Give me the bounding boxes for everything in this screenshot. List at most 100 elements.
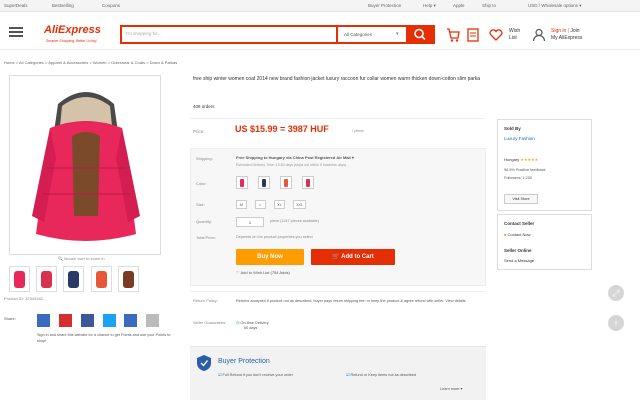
twitter-share-icon[interactable]	[103, 314, 116, 327]
top-bar: SuperDeals Bestselling Coupons Buyer Pro…	[0, 0, 640, 12]
guarantee-label: On-time Delivery	[240, 321, 269, 325]
wishlist-label: Add to Wish List (754 Adds)	[240, 270, 290, 275]
color-option-2[interactable]	[258, 176, 270, 189]
thumbnail-4[interactable]	[91, 266, 112, 292]
seller-location: Hungary	[504, 157, 520, 162]
add-to-wishlist-link[interactable]: ♡ Add to Wish List (754 Adds)	[236, 270, 290, 275]
facebook-share-icon[interactable]	[81, 314, 94, 327]
delivery-time: Estimated Delivery Time: 15-60 days (shi…	[236, 163, 347, 167]
user-icon[interactable]	[532, 28, 546, 42]
expand-icon[interactable]: ⤢	[608, 285, 624, 301]
help-menu[interactable]: Help ▾	[423, 3, 436, 9]
size-option-xl[interactable]: XL	[274, 200, 285, 209]
breadcrumb[interactable]: Home > All Categories > Apparel & Access…	[4, 60, 640, 68]
cart-icon[interactable]	[446, 27, 460, 43]
guarantee-days: 60 days	[244, 326, 258, 330]
logo-tagline: Smarter Shopping, Better Living!	[46, 39, 97, 43]
quantity-label: Quantity:	[196, 219, 213, 224]
thumbnail-swatch	[14, 271, 25, 288]
store-name-link[interactable]: Luxury Fashion	[504, 136, 535, 141]
email-share-icon[interactable]	[146, 314, 159, 327]
shield-icon	[197, 355, 211, 371]
category-value: All Categories	[344, 32, 373, 37]
quantity-stepper[interactable]: 1	[236, 217, 264, 227]
learn-more-link[interactable]: Learn more ▾	[440, 386, 462, 391]
shipping-label: Shipping:	[196, 156, 213, 161]
category-select[interactable]: All Categories ▾	[338, 25, 406, 44]
refund-keep-label: Refund or Keep items not as described	[350, 373, 417, 377]
my-aliexpress-link[interactable]: My AliExpress	[551, 35, 582, 42]
seller-online: Seller Online	[504, 248, 532, 253]
check-icon: ☑	[218, 373, 222, 377]
logo[interactable]: AliExpress	[44, 24, 101, 36]
pinterest-share-icon[interactable]	[59, 314, 72, 327]
full-refund: ☑ Full Refund if you don't receive your …	[218, 372, 293, 377]
color-option-1[interactable]	[236, 176, 248, 189]
contact-title: Contact Seller	[504, 221, 535, 226]
buyer-protection-link[interactable]: Buyer Protection	[368, 3, 401, 8]
zoom-hint: 🔍 Mouse over to zoom in	[58, 256, 105, 261]
contact-panel: Contact Seller ■ Contact Now Seller Onli…	[497, 214, 592, 270]
jacket-image	[10, 76, 160, 254]
product-id: Product ID: 32343182...	[4, 296, 47, 301]
price-label: Price:	[193, 129, 205, 134]
options-panel	[190, 148, 486, 286]
refund-or-keep: ☑ Refund or Keep items not as described	[346, 372, 416, 377]
currency-menu[interactable]: USD / Wholesale options ▾	[528, 3, 582, 9]
shipping-select[interactable]: Free Shipping to Hungary via China Post …	[236, 155, 354, 160]
buyer-protection-title: Buyer Protection	[218, 358, 270, 365]
vk-share-icon[interactable]	[37, 314, 50, 327]
star-rating-icon: ★★★★★	[520, 157, 539, 162]
coupons-link[interactable]: Coupons	[102, 3, 120, 8]
wish-list-link[interactable]: Wish List	[509, 28, 520, 42]
color-swatch	[240, 179, 244, 187]
color-swatch	[284, 179, 288, 187]
add-to-cart-label: Add to Cart	[341, 254, 374, 260]
orders-icon[interactable]	[466, 27, 480, 43]
size-option-m[interactable]: M	[236, 200, 247, 209]
color-option-4[interactable]	[302, 176, 314, 189]
total-price-note: Depends on the product properties you se…	[236, 235, 313, 239]
return-policy-text: Returns accepted if product not as descr…	[236, 299, 466, 303]
sign-in-link[interactable]: Sign in	[551, 28, 566, 34]
search-button[interactable]	[406, 25, 435, 44]
size-option-l[interactable]: L	[255, 200, 266, 209]
wish-label: Wish	[509, 28, 521, 34]
superdeals-link[interactable]: SuperDeals	[4, 3, 28, 8]
full-refund-label: Full Refund if you don't receive your or…	[222, 373, 293, 377]
ship-to-menu[interactable]: Ship to	[482, 3, 496, 8]
menu-icon[interactable]	[9, 27, 23, 37]
seller-rating: Hungary ★★★★★	[504, 157, 538, 162]
send-message-link[interactable]: Send a Message	[504, 258, 534, 263]
contact-now-link[interactable]: ■ Contact Now	[504, 232, 530, 237]
add-to-cart-button[interactable]: 🛒 Add to Cart	[311, 249, 395, 265]
total-price-label: Total Price:	[196, 235, 216, 240]
return-policy-label: Return Policy:	[193, 298, 218, 303]
bestselling-link[interactable]: Bestselling	[52, 3, 74, 8]
thumbnail-3[interactable]	[63, 266, 84, 292]
thumbnail-2[interactable]	[36, 266, 57, 292]
search-placeholder: I'm shopping for...	[126, 31, 162, 36]
size-option-xxl[interactable]: XXL	[293, 200, 306, 209]
back-to-top-icon[interactable]: ↑	[608, 315, 624, 331]
thumbnail-5[interactable]	[118, 266, 139, 292]
visit-store-button[interactable]: Visit Store	[504, 194, 538, 204]
sold-by-label: Sold By	[504, 126, 521, 131]
heart-icon[interactable]	[489, 29, 503, 41]
linkedin-share-icon[interactable]	[124, 314, 137, 327]
seller-guarantees-label: Seller Guarantees:	[193, 320, 227, 325]
clock-icon: ◷	[236, 321, 240, 325]
color-option-3[interactable]	[280, 176, 292, 189]
color-label: Color:	[196, 181, 207, 186]
search-icon	[414, 28, 426, 41]
quantity-note: piece (1147 pieces available)	[270, 219, 319, 223]
buy-now-button[interactable]: Buy Now	[236, 249, 304, 265]
color-swatch	[306, 179, 310, 187]
main-product-image[interactable]	[9, 75, 161, 255]
contact-now-label: Contact Now	[507, 232, 531, 237]
divider	[190, 118, 486, 119]
account-links: Sign in | Join My AliExpress	[551, 28, 583, 42]
thumbnail-1[interactable]	[9, 266, 30, 292]
app-link[interactable]: Apple	[453, 3, 465, 8]
join-link[interactable]: Join	[570, 28, 579, 34]
